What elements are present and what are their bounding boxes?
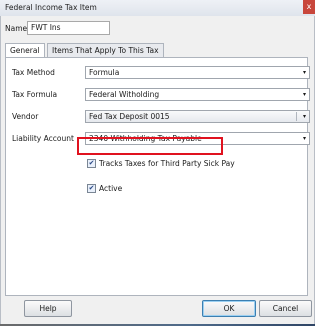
name-label: Name [5,24,28,33]
tax-method-label: Tax Method [12,68,55,77]
liability-account-label: Liability Account [12,134,74,143]
help-button[interactable]: Help [24,300,72,317]
tax-method-value: Formula [89,68,120,77]
tax-formula-value: Federal Witholding [89,90,160,99]
dialog-body: Name FWT Ins General Items That Apply To… [0,16,315,325]
third-party-sick-pay-label: Tracks Taxes for Third Party Sick Pay [99,159,235,168]
tax-formula-label: Tax Formula [12,90,58,99]
vendor-select[interactable]: Fed Tax Deposit 0015 ▾ [85,110,310,123]
vendor-value: Fed Tax Deposit 0015 [89,112,170,121]
general-panel: Tax Method Formula ▾ Tax Formula Federal… [5,57,310,296]
close-button[interactable]: x [303,0,315,14]
active-label: Active [99,184,123,193]
chevron-down-icon[interactable]: ▾ [303,133,306,145]
highlight-box [77,137,223,155]
chevron-down-icon[interactable]: ▾ [303,89,306,101]
name-field[interactable]: FWT Ins [27,21,110,35]
title-bar: Federal Income Tax Item x [0,0,315,17]
tab-items-that-apply[interactable]: Items That Apply To This Tax [47,43,164,57]
tax-formula-select[interactable]: Federal Witholding ▾ [85,88,310,101]
window-title: Federal Income Tax Item [5,3,97,12]
third-party-sick-pay-checkbox[interactable]: ✔ Tracks Taxes for Third Party Sick Pay [87,159,235,168]
active-checkbox[interactable]: ✔ Active [87,184,122,193]
checkmark-icon[interactable]: ✔ [87,159,96,168]
chevron-down-icon[interactable]: ▾ [303,67,306,79]
tax-method-select[interactable]: Formula ▾ [85,66,310,79]
combo-separator [296,112,297,121]
ok-button[interactable]: OK [202,300,256,317]
checkmark-icon[interactable]: ✔ [87,184,96,193]
tab-general[interactable]: General [5,43,45,58]
chevron-down-icon[interactable]: ▾ [303,111,306,123]
cancel-button[interactable]: Cancel [259,300,312,317]
vendor-label: Vendor [12,112,39,121]
